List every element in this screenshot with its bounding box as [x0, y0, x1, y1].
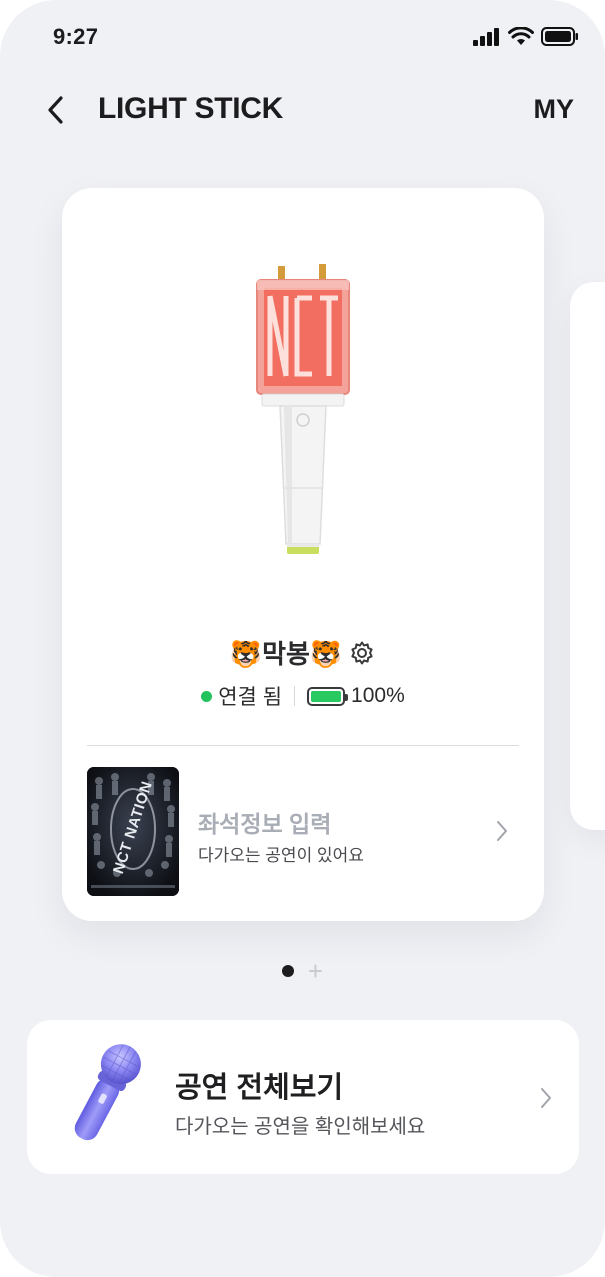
device-card: 🐯막봉🐯 연결 됨 100% NCT NATION 좌석정보 입력 다가오는 공…: [62, 188, 544, 921]
connection-row: 연결 됨 100%: [62, 681, 544, 711]
page-title: LIGHT STICK: [98, 92, 284, 125]
battery-fill: [311, 690, 342, 702]
seat-info-row[interactable]: NCT NATION 좌석정보 입력 다가오는 공연이 있어요: [87, 767, 519, 897]
add-device-button[interactable]: +: [308, 958, 323, 984]
card-pager: +: [0, 958, 605, 984]
all-concerts-title: 공연 전체보기: [175, 1072, 344, 1104]
wifi-icon: [508, 27, 534, 45]
gear-icon: [351, 641, 373, 664]
concert-poster: NCT NATION: [87, 767, 179, 896]
card-divider: [87, 745, 519, 746]
connection-status: 연결 됨: [218, 686, 283, 709]
battery-percentage: 100%: [351, 684, 405, 707]
status-icons: [473, 27, 579, 46]
next-device-card[interactable]: [570, 282, 605, 830]
battery-icon: [541, 27, 578, 46]
seat-info-subtitle: 다가오는 공연이 있어요: [198, 846, 364, 865]
cellular-signal-icon: [473, 27, 499, 46]
lightstick-image: [242, 248, 362, 578]
chevron-left-icon: [48, 96, 63, 124]
back-button[interactable]: [38, 92, 72, 128]
app-screen: 9:27 LIGHT STICK MY 🐯막봉🐯 연결 됨 100% NCT N…: [0, 0, 605, 1277]
chevron-right-icon: [541, 1088, 551, 1108]
seat-info-title: 좌석정보 입력: [198, 811, 332, 837]
device-name: 🐯막봉🐯: [229, 639, 343, 669]
microphone-icon: [74, 1044, 141, 1141]
device-name-row: 🐯막봉🐯: [62, 634, 544, 671]
pager-dot-active[interactable]: [281, 965, 294, 977]
connected-indicator: [201, 690, 213, 702]
all-concerts-card[interactable]: 공연 전체보기 다가오는 공연을 확인해보세요: [27, 1020, 579, 1174]
my-page-button[interactable]: MY: [534, 94, 575, 125]
all-concerts-subtitle: 다가오는 공연을 확인해보세요: [175, 1116, 426, 1138]
status-time: 9:27: [53, 24, 99, 49]
chevron-right-icon: [497, 821, 507, 841]
settings-button[interactable]: [348, 639, 376, 667]
status-separator: [294, 686, 296, 706]
battery-level-icon: [307, 686, 349, 706]
